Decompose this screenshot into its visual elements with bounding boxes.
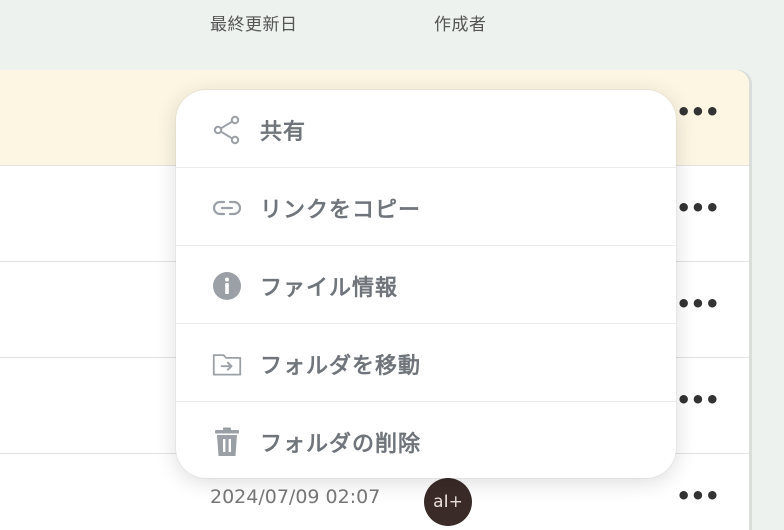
menu-item-label: 共有 bbox=[260, 120, 307, 145]
column-header-last-updated[interactable]: 最終更新日 bbox=[210, 10, 298, 35]
share-icon bbox=[212, 115, 242, 145]
more-options-button[interactable]: ••• bbox=[676, 388, 720, 412]
last-updated-date: 2024/07/09 02:07 bbox=[210, 486, 381, 508]
trash-icon bbox=[212, 427, 242, 457]
more-options-button[interactable]: ••• bbox=[676, 196, 720, 220]
more-options-button[interactable]: ••• bbox=[676, 484, 720, 508]
menu-item-delete-folder[interactable]: フォルダの削除 bbox=[176, 401, 676, 478]
link-icon bbox=[212, 193, 242, 223]
menu-item-label: フォルダの削除 bbox=[260, 432, 422, 457]
context-menu: 共有 リンクをコピー ファイル情報 フォルダを移動 フォルダの削除 bbox=[176, 90, 676, 478]
menu-item-file-info[interactable]: ファイル情報 bbox=[176, 245, 676, 323]
more-options-button[interactable]: ••• bbox=[676, 100, 720, 124]
move-folder-icon bbox=[212, 349, 242, 379]
avatar: aI+ bbox=[424, 478, 472, 526]
menu-item-label: フォルダを移動 bbox=[260, 354, 422, 379]
column-header-author[interactable]: 作成者 bbox=[434, 10, 487, 35]
menu-item-copy-link[interactable]: リンクをコピー bbox=[176, 167, 676, 245]
info-icon bbox=[212, 271, 242, 301]
menu-item-share[interactable]: 共有 bbox=[176, 90, 676, 168]
menu-item-label: リンクをコピー bbox=[260, 198, 422, 223]
menu-item-move-folder[interactable]: フォルダを移動 bbox=[176, 323, 676, 401]
more-options-button[interactable]: ••• bbox=[676, 292, 720, 316]
menu-item-label: ファイル情報 bbox=[260, 276, 399, 301]
